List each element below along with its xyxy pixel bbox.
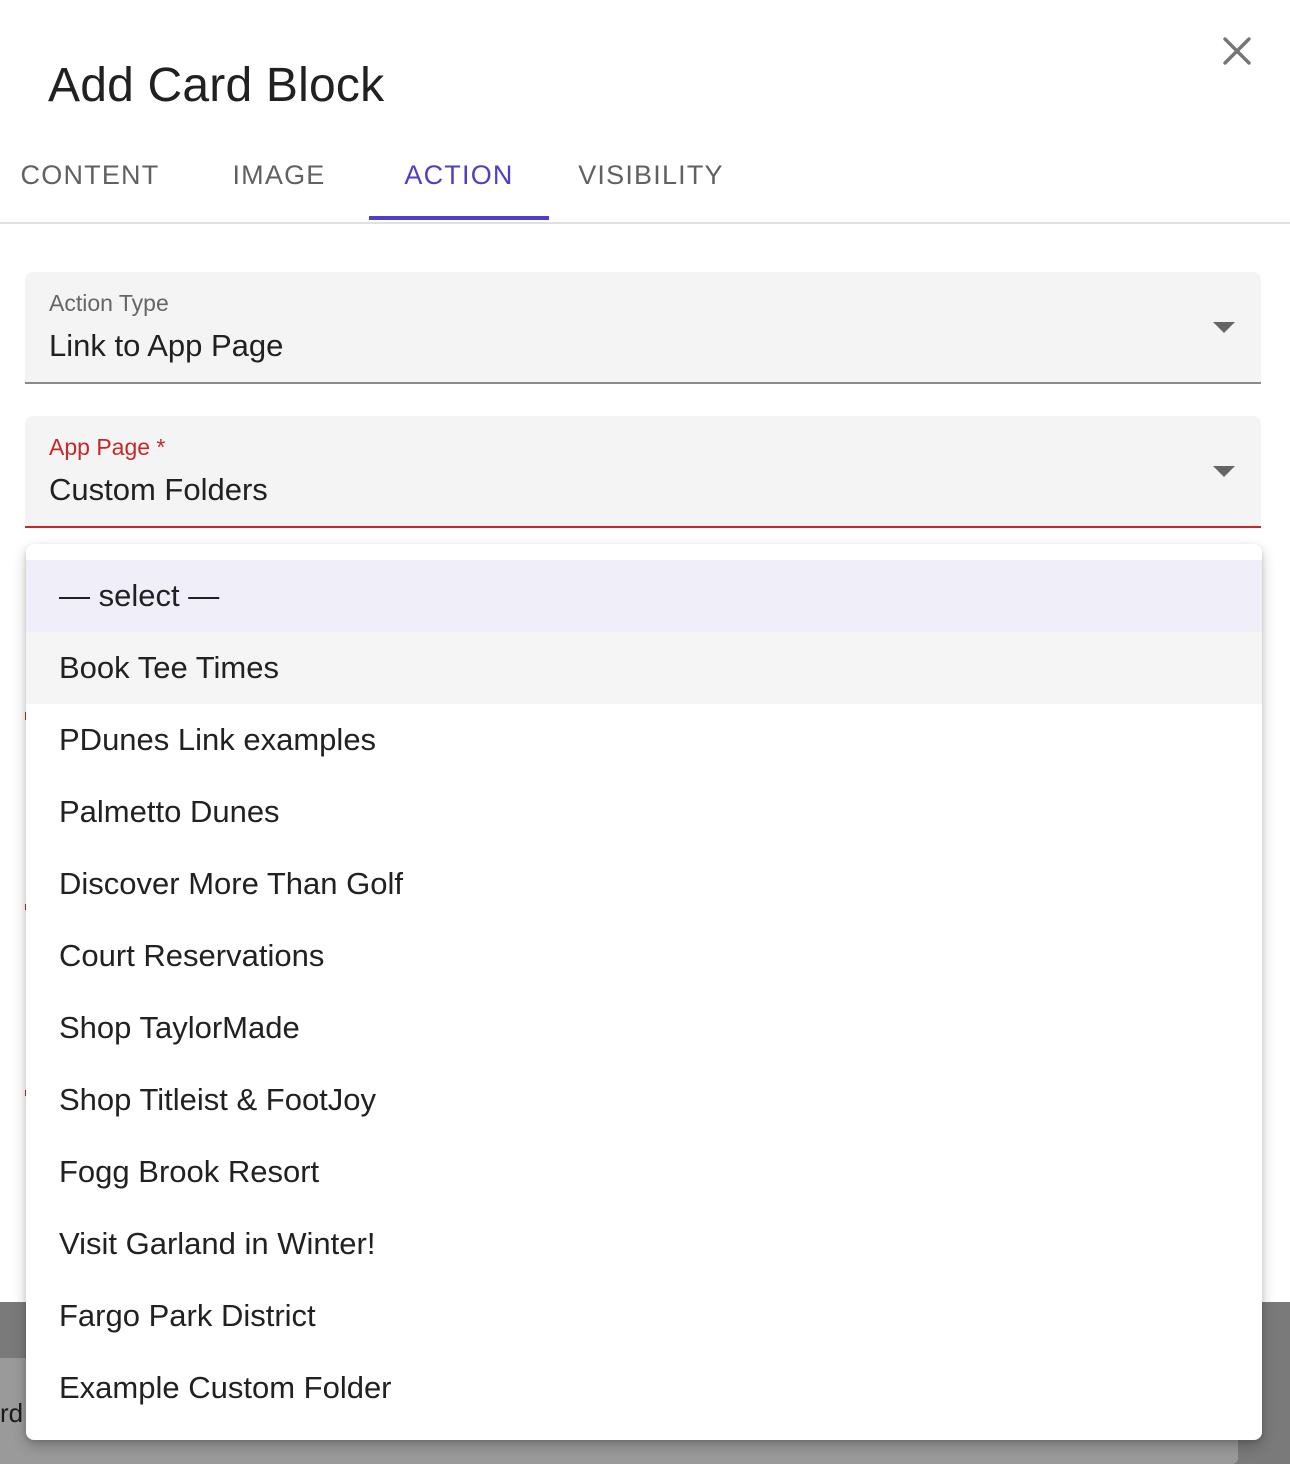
menu-option[interactable]: Visit Garland in Winter! <box>26 1208 1262 1280</box>
menu-option-select-placeholder[interactable]: — select — <box>26 560 1262 632</box>
app-page-select[interactable]: App Page * Custom Folders <box>25 416 1261 528</box>
menu-option[interactable]: Book Tee Times <box>26 632 1262 704</box>
menu-option[interactable]: Fargo Park District <box>26 1280 1262 1352</box>
tab-bar: CONTENT IMAGE ACTION VISIBILITY <box>0 128 1290 224</box>
app-page-options-menu: — select — Book Tee Times PDunes Link ex… <box>26 544 1262 1440</box>
tab-action[interactable]: ACTION <box>369 128 549 222</box>
dropdown-caret-icon <box>1213 322 1235 333</box>
tab-visibility[interactable]: VISIBILITY <box>556 128 746 222</box>
menu-option[interactable]: Court Reservations <box>26 920 1262 992</box>
page: rd Add Card Block CONTENT IMAGE ACTION V… <box>0 0 1290 1464</box>
close-icon <box>1223 37 1251 65</box>
app-page-label: App Page * <box>49 434 166 460</box>
menu-option[interactable]: Palmetto Dunes <box>26 776 1262 848</box>
menu-option[interactable]: Example Custom Folder <box>26 1352 1262 1424</box>
menu-option[interactable]: Shop TaylorMade <box>26 992 1262 1064</box>
background-card-text: rd <box>0 1398 24 1428</box>
dropdown-caret-icon <box>1213 466 1235 477</box>
app-page-value: Custom Folders <box>49 472 268 507</box>
menu-option[interactable]: Shop Titleist & FootJoy <box>26 1064 1262 1136</box>
menu-option[interactable]: Fogg Brook Resort <box>26 1136 1262 1208</box>
close-button[interactable] <box>1212 26 1262 76</box>
menu-option[interactable]: Discover More Than Golf <box>26 848 1262 920</box>
active-tab-indicator <box>369 216 549 220</box>
action-type-select[interactable]: Action Type Link to App Page <box>25 272 1261 384</box>
action-type-label: Action Type <box>49 290 169 316</box>
menu-option[interactable]: PDunes Link examples <box>26 704 1262 776</box>
dialog-title: Add Card Block <box>48 59 385 112</box>
tab-content[interactable]: CONTENT <box>0 128 180 222</box>
action-type-value: Link to App Page <box>49 328 284 363</box>
tab-image[interactable]: IMAGE <box>189 128 369 222</box>
